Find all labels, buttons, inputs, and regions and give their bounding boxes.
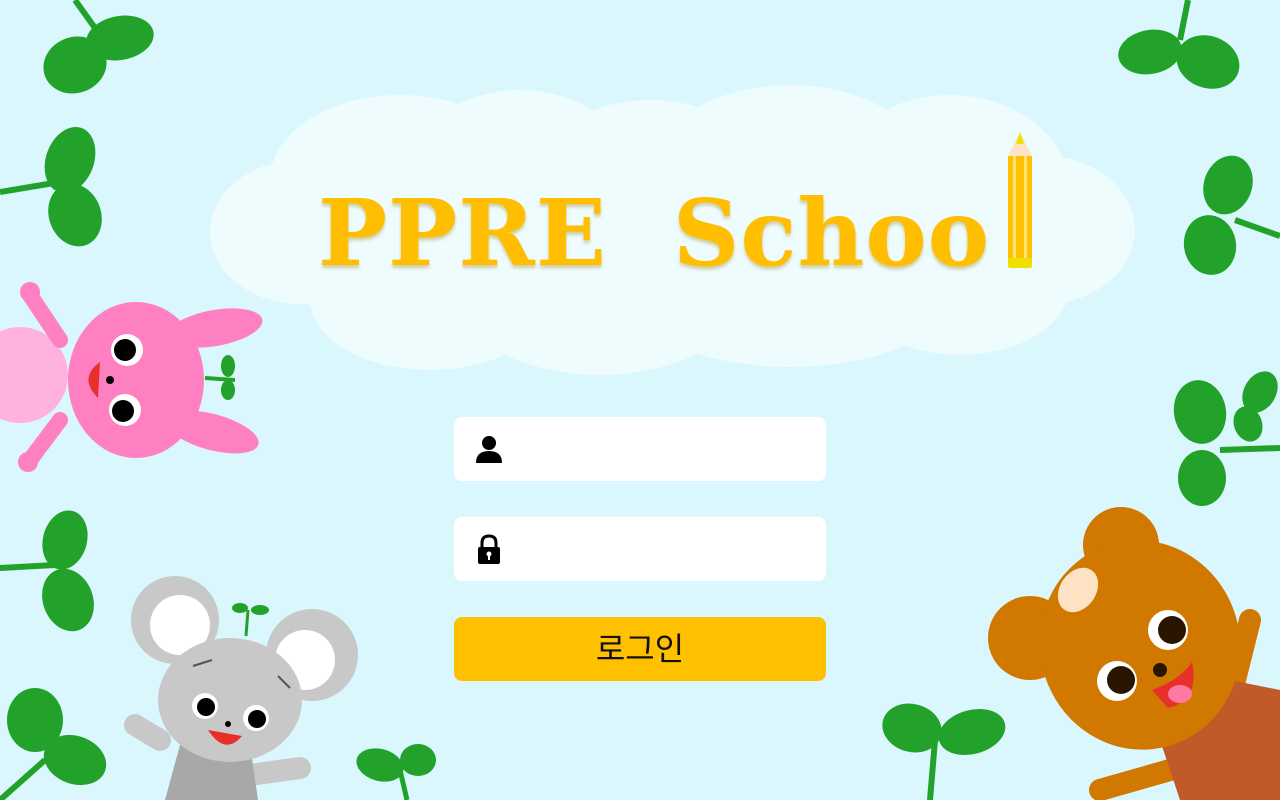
app-logo-title: PPRE Schoo: [318, 179, 991, 287]
username-input[interactable]: [514, 417, 818, 483]
bear-character: [988, 507, 1280, 800]
login-button[interactable]: 로그인: [454, 617, 826, 681]
username-field[interactable]: [454, 417, 826, 483]
password-input[interactable]: [514, 517, 818, 583]
pencil-icon: [1008, 132, 1032, 268]
mouse-character: [124, 576, 358, 800]
user-icon: [476, 436, 502, 463]
password-field[interactable]: [454, 517, 826, 583]
lock-icon: [478, 534, 500, 564]
rabbit-character: [0, 282, 263, 472]
